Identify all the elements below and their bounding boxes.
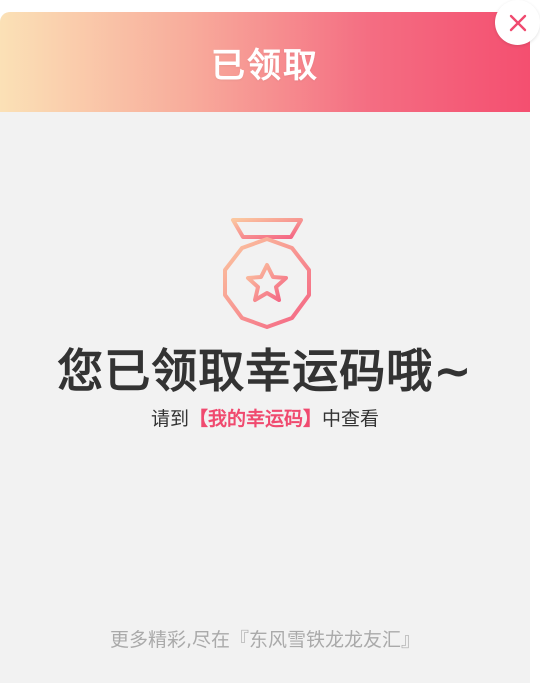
- main-message: 您已领取幸运码哦~: [57, 344, 473, 398]
- modal-header: 已领取: [0, 12, 530, 112]
- claimed-modal: 已领取 您已领取幸运码哦~ 请到【我的幸运码】中查看 更多精彩,尽在『东风雪铁龙…: [0, 12, 530, 683]
- medal-star-icon: [223, 218, 311, 329]
- sub-message-suffix: 中查看: [322, 408, 380, 430]
- close-icon: [509, 14, 526, 31]
- close-button[interactable]: [495, 0, 540, 45]
- my-lucky-code-link[interactable]: 【我的幸运码】: [189, 408, 322, 430]
- sub-message-prefix: 请到: [150, 408, 189, 430]
- sub-message: 请到【我的幸运码】中查看: [0, 404, 530, 431]
- footer-text: 更多精彩,尽在『东风雪铁龙龙友汇』: [109, 629, 421, 651]
- modal-title: 已领取: [211, 45, 319, 86]
